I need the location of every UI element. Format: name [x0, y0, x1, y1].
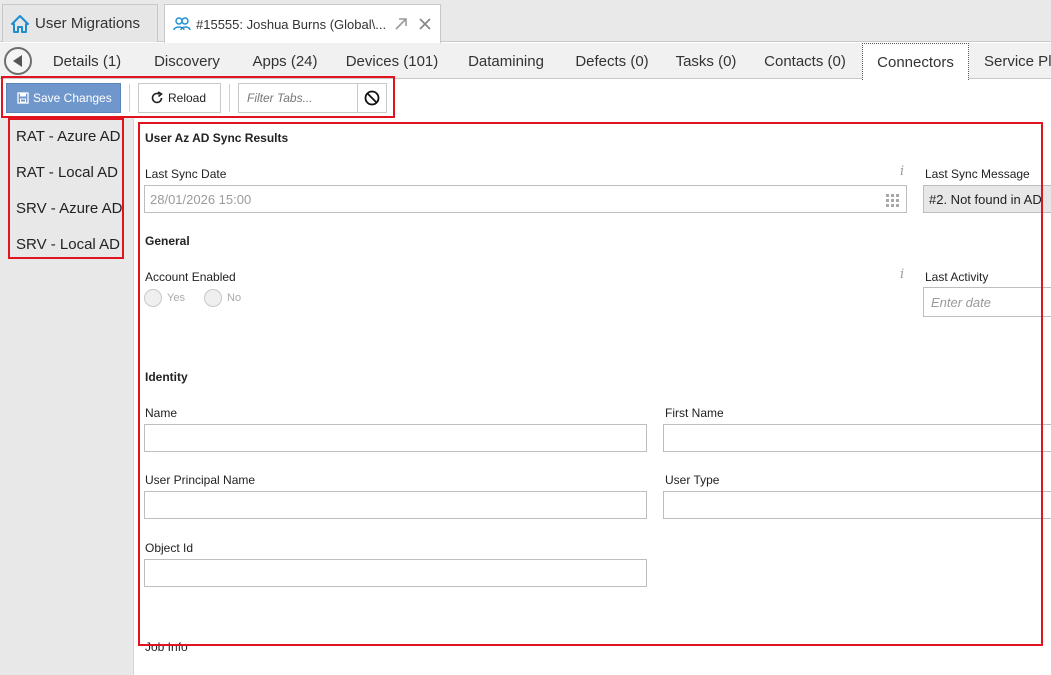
people-icon — [171, 13, 193, 35]
tab-datamining[interactable]: Datamining — [454, 43, 558, 79]
last-activity-placeholder: Enter date — [931, 294, 991, 310]
back-button[interactable] — [4, 47, 32, 75]
window-tab-record[interactable]: #15555: Joshua Burns (Global\... — [164, 4, 441, 43]
window-tab-user-migrations[interactable]: User Migrations — [2, 4, 158, 42]
first-name-label: First Name — [665, 406, 724, 420]
tab-tasks[interactable]: Tasks (0) — [666, 43, 746, 79]
toolbar-highlight — [1, 76, 395, 118]
tab-defects[interactable]: Defects (0) — [564, 43, 660, 79]
tab-service-plans[interactable]: Service Pla — [975, 43, 1051, 79]
last-sync-message-field[interactable]: #2. Not found in AD — [923, 185, 1051, 213]
tab-discovery[interactable]: Discovery — [140, 43, 234, 79]
account-enabled-no-radio[interactable]: No — [204, 289, 241, 307]
last-activity-field[interactable]: Enter date — [923, 287, 1051, 317]
last-activity-label: Last Activity — [925, 270, 989, 284]
radio-yes-label: Yes — [167, 292, 185, 304]
last-sync-date-label: Last Sync Date — [145, 167, 227, 181]
object-id-field[interactable] — [144, 559, 647, 587]
close-icon[interactable] — [416, 15, 434, 33]
section-title-sync-results: User Az AD Sync Results — [145, 131, 289, 145]
radio-circle — [204, 289, 222, 307]
popout-icon[interactable] — [392, 15, 410, 33]
back-arrow-icon — [12, 55, 22, 67]
calendar-icon[interactable] — [886, 194, 900, 207]
last-sync-date-value: 28/01/2026 15:00 — [150, 191, 252, 207]
radio-no-label: No — [227, 292, 242, 304]
window-tab-bar: User Migrations #15555: Joshua Burns (Gl… — [0, 0, 1051, 43]
info-icon: i — [900, 164, 905, 179]
user-principal-name-field[interactable] — [144, 491, 647, 519]
account-enabled-yes-radio[interactable]: Yes — [144, 289, 185, 307]
object-id-label: Object Id — [145, 541, 194, 555]
user-principal-name-label: User Principal Name — [145, 473, 256, 487]
record-tab-bar: Details (1) Discovery Apps (24) Devices … — [0, 43, 1051, 80]
tab-devices[interactable]: Devices (101) — [336, 43, 448, 79]
name-label: Name — [145, 406, 178, 420]
tab-connectors[interactable]: Connectors — [862, 43, 969, 80]
user-type-field[interactable] — [663, 491, 1051, 519]
account-enabled-label: Account Enabled — [145, 270, 236, 284]
radio-circle — [144, 289, 162, 307]
name-field[interactable] — [144, 424, 647, 452]
section-title-identity: Identity — [145, 370, 188, 384]
section-title-job-info: Job Info — [145, 640, 188, 654]
connector-list-highlight — [8, 118, 124, 259]
window-tab-label: User Migrations — [35, 15, 141, 32]
last-sync-date-field[interactable]: 28/01/2026 15:00 — [144, 185, 907, 213]
last-sync-message-label: Last Sync Message — [925, 167, 1030, 181]
user-type-label: User Type — [665, 473, 720, 487]
tab-contacts[interactable]: Contacts (0) — [752, 43, 858, 79]
first-name-field[interactable] — [663, 424, 1051, 452]
window-tab-label: #15555: Joshua Burns (Global\... — [196, 16, 387, 32]
section-title-general: General — [145, 234, 190, 248]
home-icon — [7, 11, 33, 37]
tab-details[interactable]: Details (1) — [40, 43, 134, 79]
info-icon: i — [900, 267, 905, 282]
tab-apps[interactable]: Apps (24) — [240, 43, 330, 79]
